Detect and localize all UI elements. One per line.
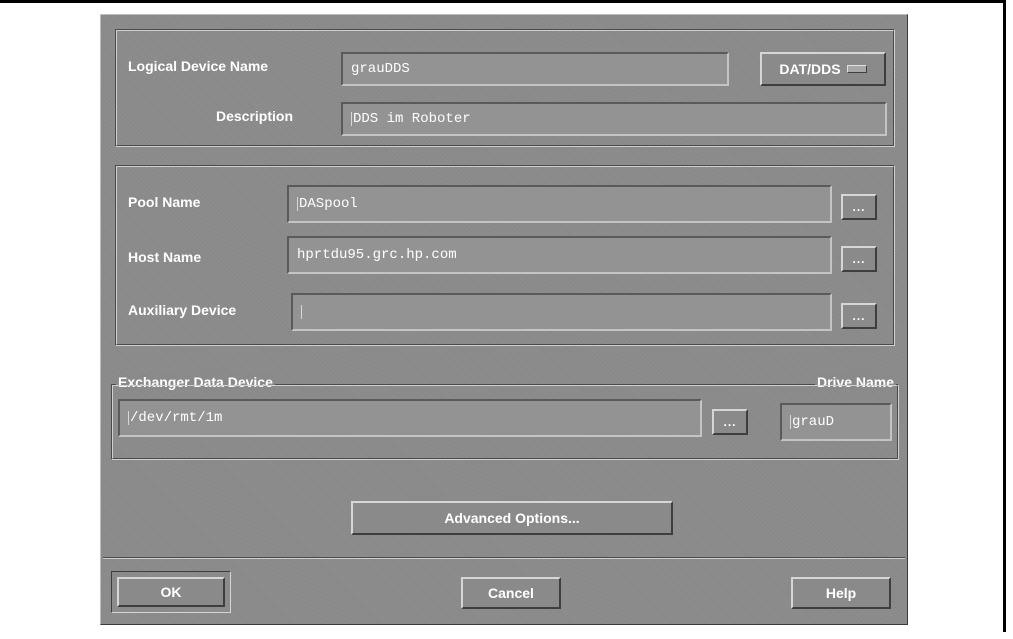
pool-name-field[interactable]: DASpool <box>287 185 832 223</box>
logical-device-name-field[interactable]: grauDDS <box>341 52 729 86</box>
device-dialog: Logical Device Name grauDDS DAT/DDS Desc… <box>100 14 908 625</box>
ok-button[interactable]: OK <box>117 577 225 607</box>
exchanger-data-device-group: Exchanger Data Device Drive Name /dev/rm… <box>111 374 899 460</box>
host-browse-button[interactable]: ... <box>841 246 877 272</box>
host-browse-label: ... <box>852 252 866 266</box>
pool-name-label: Pool Name <box>128 194 201 210</box>
pool-name-value: DASpool <box>299 196 358 212</box>
exchanger-browse-label: ... <box>723 415 737 429</box>
auxiliary-browse-label: ... <box>852 309 866 323</box>
drive-name-legend: Drive Name <box>814 374 896 390</box>
host-name-field[interactable]: hprtdu95.grc.hp.com <box>287 236 832 274</box>
exchanger-browse-button[interactable]: ... <box>712 409 748 435</box>
host-name-value: hprtdu95.grc.hp.com <box>297 247 457 263</box>
option-menu-indicator-icon <box>846 65 867 73</box>
drive-name-value: grauD <box>792 414 835 430</box>
text-cursor <box>790 415 791 429</box>
advanced-options-button[interactable]: Advanced Options... <box>351 501 673 535</box>
auxiliary-device-field[interactable] <box>291 293 832 331</box>
cancel-label: Cancel <box>488 585 534 601</box>
auxiliary-browse-button[interactable]: ... <box>841 303 877 329</box>
pool-host-group: Pool Name DASpool ... Host Name hprtdu95… <box>115 165 895 346</box>
text-cursor <box>301 305 302 319</box>
exchanger-data-device-field[interactable]: /dev/rmt/1m <box>118 399 702 437</box>
ok-label: OK <box>160 584 182 600</box>
device-type-option-menu[interactable]: DAT/DDS <box>760 52 886 86</box>
text-cursor <box>128 411 129 425</box>
auxiliary-device-label: Auxiliary Device <box>128 302 237 318</box>
text-cursor <box>297 197 298 211</box>
exchanger-data-device-value: /dev/rmt/1m <box>130 410 223 426</box>
device-type-option-label: DAT/DDS <box>779 61 841 77</box>
pool-browse-label: ... <box>852 200 866 214</box>
description-value: DDS im Roboter <box>353 111 471 127</box>
advanced-options-label: Advanced Options... <box>444 510 580 526</box>
device-identity-group: Logical Device Name grauDDS DAT/DDS Desc… <box>115 29 895 147</box>
description-field[interactable]: DDS im Roboter <box>341 102 887 136</box>
cancel-button[interactable]: Cancel <box>461 577 561 609</box>
logical-device-name-label: Logical Device Name <box>128 58 269 74</box>
host-name-label: Host Name <box>128 249 202 265</box>
description-label: Description <box>216 108 294 124</box>
text-cursor <box>351 112 352 126</box>
button-row-separator <box>103 557 905 559</box>
pool-browse-button[interactable]: ... <box>841 194 877 220</box>
help-label: Help <box>825 585 857 601</box>
exchanger-data-device-legend: Exchanger Data Device <box>116 374 275 390</box>
help-button[interactable]: Help <box>791 577 891 609</box>
drive-name-field[interactable]: grauD <box>780 403 892 441</box>
logical-device-name-value: grauDDS <box>351 61 410 77</box>
